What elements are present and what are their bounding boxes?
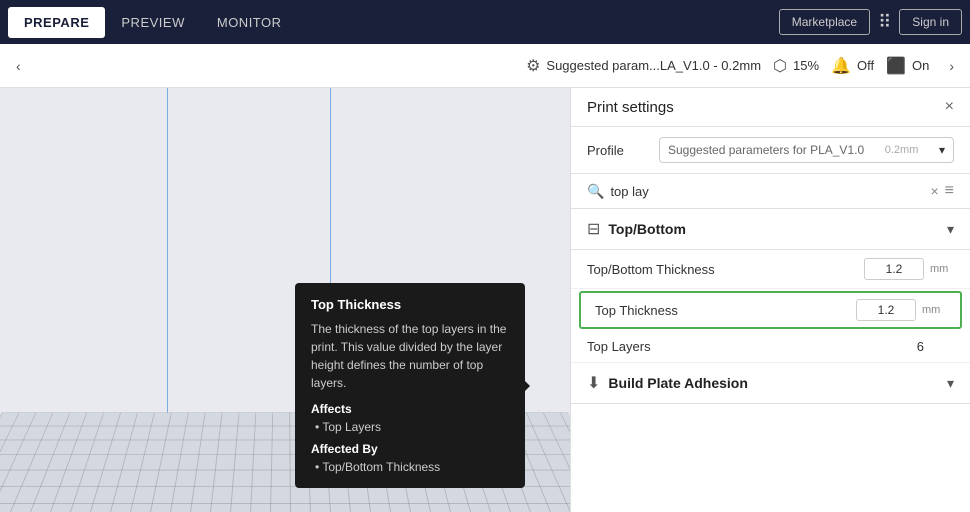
top-bottom-chevron-icon: ▾ <box>947 221 954 238</box>
build-plate-chevron-icon: ▾ <box>947 375 954 392</box>
support-label: Off <box>857 58 874 73</box>
profile-chevron-icon: ▾ <box>939 143 945 157</box>
fill-percent: 15% <box>793 58 819 73</box>
main-area: Top Thickness The thickness of the top l… <box>0 88 970 512</box>
top-bottom-section-header[interactable]: ⊟ Top/Bottom ▾ <box>571 209 970 250</box>
fill-icon: ⬡ <box>773 56 787 76</box>
viewport[interactable]: Top Thickness The thickness of the top l… <box>0 88 570 512</box>
profile-select-size: 0.2mm <box>885 144 919 156</box>
monitor-tab[interactable]: MONITOR <box>201 7 298 38</box>
search-row: 🔍 × ≡ <box>571 174 970 209</box>
settings-sliders-icon: ⚙ <box>526 56 540 76</box>
search-clear-icon[interactable]: × <box>930 183 938 199</box>
tooltip-affected-by-label: Affected By <box>311 442 509 456</box>
prepare-tab[interactable]: PREPARE <box>8 7 105 38</box>
profile-select[interactable]: Suggested parameters for PLA_V1.0 0.2mm … <box>659 137 954 163</box>
toolbar-left: ‹ <box>8 54 29 78</box>
marketplace-button[interactable]: Marketplace <box>779 9 870 35</box>
search-icon: 🔍 <box>587 183 604 200</box>
top-bottom-title: Top/Bottom <box>608 221 686 237</box>
setting-row-top-bottom-thickness: Top/Bottom Thickness mm <box>571 250 970 289</box>
top-nav: PREPARE PREVIEW MONITOR Marketplace ⠿ Si… <box>0 0 970 44</box>
toolbar-right-chevron[interactable]: › <box>941 54 962 78</box>
top-bottom-thickness-label: Top/Bottom Thickness <box>587 262 864 277</box>
search-input[interactable] <box>610 184 924 199</box>
top-layers-label: Top Layers <box>587 339 864 354</box>
settings-list: ⊟ Top/Bottom ▾ Top/Bottom Thickness mm T… <box>571 209 970 512</box>
print-settings-panel: Print settings × Profile Suggested param… <box>570 88 970 512</box>
toolbar-adhesion[interactable]: ⬛ On <box>886 56 929 76</box>
top-thickness-input[interactable] <box>856 299 916 321</box>
setting-row-top-layers: Top Layers 6 <box>571 331 970 363</box>
top-bottom-thickness-input[interactable] <box>864 258 924 280</box>
toolbar-left-chevron[interactable]: ‹ <box>8 54 29 78</box>
panel-title: Print settings <box>587 99 674 116</box>
toolbar-fill[interactable]: ⬡ 15% <box>773 56 819 76</box>
secondary-toolbar: ‹ ⚙ Suggested param...LA_V1.0 - 0.2mm ⬡ … <box>0 44 970 88</box>
search-menu-icon[interactable]: ≡ <box>945 182 954 200</box>
tooltip-box: Top Thickness The thickness of the top l… <box>295 283 525 488</box>
adhesion-icon: ⬛ <box>886 56 906 76</box>
grid-icon[interactable]: ⠿ <box>878 12 891 33</box>
tooltip-affected-by-item-0: • Top/Bottom Thickness <box>315 460 509 474</box>
signin-button[interactable]: Sign in <box>899 9 962 35</box>
toolbar-right: ⚙ Suggested param...LA_V1.0 - 0.2mm ⬡ 15… <box>526 54 962 78</box>
panel-close-button[interactable]: × <box>945 98 954 116</box>
toolbar-param-label: Suggested param...LA_V1.0 - 0.2mm <box>546 58 761 73</box>
top-thickness-label: Top Thickness <box>595 303 856 318</box>
nav-right: Marketplace ⠿ Sign in <box>779 9 962 35</box>
profile-row: Profile Suggested parameters for PLA_V1.… <box>571 127 970 174</box>
setting-row-top-thickness: Top Thickness mm <box>579 291 962 329</box>
build-plate-icon: ⬇ <box>587 373 600 393</box>
adhesion-label: On <box>912 58 929 73</box>
profile-label: Profile <box>587 143 647 158</box>
build-plate-title: Build Plate Adhesion <box>608 375 748 391</box>
top-layers-value: 6 <box>864 339 924 354</box>
toolbar-settings-icon[interactable]: ⚙ Suggested param...LA_V1.0 - 0.2mm <box>526 56 761 76</box>
top-thickness-unit: mm <box>922 304 946 316</box>
tooltip-description: The thickness of the top layers in the p… <box>311 320 509 392</box>
support-icon: 🔔 <box>831 56 851 76</box>
tooltip-affects-item-0: • Top Layers <box>315 420 509 434</box>
preview-tab[interactable]: PREVIEW <box>105 7 200 38</box>
build-section-left: ⬇ Build Plate Adhesion <box>587 373 748 393</box>
profile-select-text: Suggested parameters for PLA_V1.0 <box>668 143 864 157</box>
tooltip-affects-label: Affects <box>311 402 509 416</box>
section-header-left: ⊟ Top/Bottom <box>587 219 686 239</box>
toolbar-support[interactable]: 🔔 Off <box>831 56 874 76</box>
build-plate-section-header[interactable]: ⬇ Build Plate Adhesion ▾ <box>571 363 970 404</box>
tooltip-title: Top Thickness <box>311 297 509 312</box>
panel-header: Print settings × <box>571 88 970 127</box>
top-bottom-thickness-unit: mm <box>930 263 954 275</box>
top-bottom-icon: ⊟ <box>587 219 600 239</box>
